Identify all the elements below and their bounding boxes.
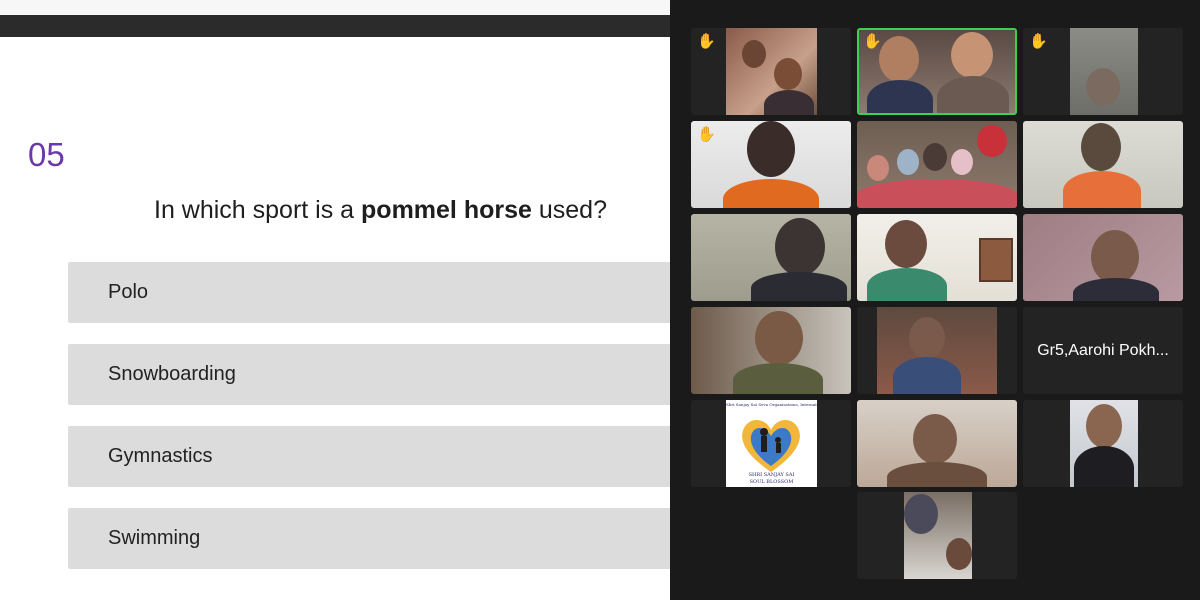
participant-tile[interactable] [857, 121, 1017, 208]
video-feed [857, 121, 1017, 208]
video-feed [726, 28, 817, 115]
participant-name: Gr5,Aarohi Pokh... [1037, 341, 1169, 359]
question-suffix: used? [531, 196, 607, 224]
logo-line-1: SHRI SANJAY SAI [748, 472, 795, 478]
video-feed [857, 400, 1017, 487]
participant-tile[interactable] [857, 214, 1017, 301]
video-feed [877, 307, 997, 394]
shared-screen-slide: 05 In which sport is a pommel horse used… [0, 0, 670, 600]
video-feed [857, 214, 1017, 301]
question-prefix: In which sport is a [154, 196, 362, 224]
answer-option-snowboarding[interactable]: Snowboarding [68, 344, 670, 405]
participant-gallery: ✋ ✋ ✋ ✋ Gr5,Aarohi Pokh... Shri Sanjay S… [670, 0, 1200, 600]
participant-tile[interactable] [1023, 400, 1183, 487]
video-feed [904, 492, 972, 579]
participant-tile[interactable] [691, 307, 851, 394]
raised-hand-icon: ✋ [1029, 33, 1048, 50]
video-feed [859, 30, 1015, 113]
participant-tile-active-speaker[interactable]: ✋ [857, 28, 1017, 115]
answer-label: Swimming [108, 527, 201, 549]
question-number: 05 [28, 136, 65, 173]
video-feed [1023, 121, 1183, 208]
participant-tile[interactable] [857, 307, 1017, 394]
participant-tile[interactable]: ✋ [1023, 28, 1183, 115]
participant-tile[interactable] [857, 400, 1017, 487]
participant-tile[interactable]: ✋ [691, 28, 851, 115]
question-text: In which sport is a pommel horse used? [154, 196, 607, 225]
video-feed [1023, 214, 1183, 301]
answer-option-polo[interactable]: Polo [68, 262, 670, 323]
video-feed [691, 214, 851, 301]
logo-line-2: SOUL BLOSSOM [749, 479, 794, 485]
question-bold-term: pommel horse [361, 196, 532, 224]
answer-label: Gymnastics [108, 445, 213, 467]
participant-tile[interactable] [691, 214, 851, 301]
participant-tile[interactable]: ✋ [691, 121, 851, 208]
participant-tile[interactable] [857, 492, 1017, 579]
answer-option-swimming[interactable]: Swimming [68, 508, 670, 569]
video-feed [691, 307, 851, 394]
video-feed [1070, 28, 1138, 115]
video-feed [1070, 400, 1138, 487]
logo-arc-text: Shri Sanjay Sai Seva Organisations, Inte… [726, 402, 817, 407]
answer-option-gymnastics[interactable]: Gymnastics [68, 426, 670, 487]
raised-hand-icon: ✋ [697, 126, 716, 143]
participant-tile[interactable] [1023, 214, 1183, 301]
participant-tile-name-only[interactable]: Gr5,Aarohi Pokh... [1023, 307, 1183, 394]
participant-tile[interactable] [1023, 121, 1183, 208]
slide-top-strip [0, 0, 670, 15]
raised-hand-icon: ✋ [697, 33, 716, 50]
answer-label: Polo [108, 281, 149, 303]
participant-tile[interactable]: Shri Sanjay Sai Seva Organisations, Inte… [691, 400, 851, 487]
slide-header-bar [0, 15, 670, 37]
organisation-logo: Shri Sanjay Sai Seva Organisations, Inte… [726, 400, 817, 487]
raised-hand-icon: ✋ [863, 33, 882, 50]
answer-label: Snowboarding [108, 363, 236, 385]
